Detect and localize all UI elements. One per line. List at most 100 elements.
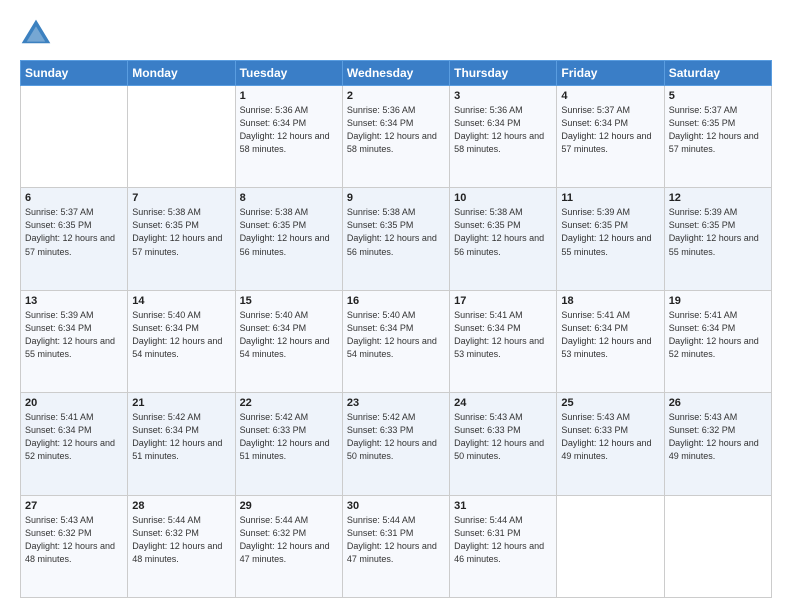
day-detail: Sunrise: 5:38 AMSunset: 6:35 PMDaylight:… <box>132 206 230 258</box>
day-number: 13 <box>25 295 123 307</box>
day-number: 27 <box>25 500 123 512</box>
day-cell: 29 Sunrise: 5:44 AMSunset: 6:32 PMDayligh… <box>235 495 342 597</box>
day-cell <box>128 86 235 188</box>
weekday-header-wednesday: Wednesday <box>342 61 449 86</box>
logo-icon <box>20 18 52 50</box>
day-number: 23 <box>347 397 445 409</box>
weekday-header-saturday: Saturday <box>664 61 771 86</box>
day-cell: 2 Sunrise: 5:36 AMSunset: 6:34 PMDaylight… <box>342 86 449 188</box>
day-detail: Sunrise: 5:40 AMSunset: 6:34 PMDaylight:… <box>240 309 338 361</box>
day-cell: 9 Sunrise: 5:38 AMSunset: 6:35 PMDaylight… <box>342 188 449 290</box>
day-detail: Sunrise: 5:39 AMSunset: 6:34 PMDaylight:… <box>25 309 123 361</box>
day-detail: Sunrise: 5:37 AMSunset: 6:35 PMDaylight:… <box>669 104 767 156</box>
day-detail: Sunrise: 5:41 AMSunset: 6:34 PMDaylight:… <box>25 411 123 463</box>
day-cell: 13 Sunrise: 5:39 AMSunset: 6:34 PMDayligh… <box>21 290 128 392</box>
day-cell: 14 Sunrise: 5:40 AMSunset: 6:34 PMDayligh… <box>128 290 235 392</box>
day-cell: 8Sunrise: 5:38 AMSunset: 6:35 PMDaylight… <box>235 188 342 290</box>
day-number: 3 <box>454 90 552 102</box>
day-detail: Sunrise: 5:44 AMSunset: 6:32 PMDaylight:… <box>240 514 338 566</box>
logo <box>20 18 56 50</box>
day-detail: Sunrise: 5:41 AMSunset: 6:34 PMDaylight:… <box>561 309 659 361</box>
day-cell: 28 Sunrise: 5:44 AMSunset: 6:32 PMDayligh… <box>128 495 235 597</box>
day-number: 24 <box>454 397 552 409</box>
day-cell: 19Sunrise: 5:41 AMSunset: 6:34 PMDayligh… <box>664 290 771 392</box>
day-number: 31 <box>454 500 552 512</box>
day-detail: Sunrise: 5:44 AMSunset: 6:32 PMDaylight:… <box>132 514 230 566</box>
day-cell: 17 Sunrise: 5:41 AMSunset: 6:34 PMDayligh… <box>450 290 557 392</box>
day-detail: Sunrise: 5:41 AMSunset: 6:34 PMDaylight:… <box>454 309 552 361</box>
day-detail: Sunrise: 5:40 AMSunset: 6:34 PMDaylight:… <box>347 309 445 361</box>
day-detail: Sunrise: 5:36 AMSunset: 6:34 PMDaylight:… <box>454 104 552 156</box>
day-detail: Sunrise: 5:38 AMSunset: 6:35 PMDaylight:… <box>347 206 445 258</box>
day-cell: 12 Sunrise: 5:39 AMSunset: 6:35 PMDayligh… <box>664 188 771 290</box>
day-number: 18 <box>561 295 659 307</box>
day-number: 20 <box>25 397 123 409</box>
day-cell: 20 Sunrise: 5:41 AMSunset: 6:34 PMDayligh… <box>21 393 128 495</box>
day-detail: Sunrise: 5:43 AMSunset: 6:33 PMDaylight:… <box>454 411 552 463</box>
header <box>20 18 772 50</box>
day-number: 5 <box>669 90 767 102</box>
day-detail: Sunrise: 5:38 AMSunset: 6:35 PMDaylight:… <box>454 206 552 258</box>
weekday-header-friday: Friday <box>557 61 664 86</box>
day-cell: 6Sunrise: 5:37 AMSunset: 6:35 PMDaylight… <box>21 188 128 290</box>
day-cell: 15 Sunrise: 5:40 AMSunset: 6:34 PMDayligh… <box>235 290 342 392</box>
day-detail: Sunrise: 5:36 AMSunset: 6:34 PMDaylight:… <box>347 104 445 156</box>
day-cell: 3 Sunrise: 5:36 AMSunset: 6:34 PMDaylight… <box>450 86 557 188</box>
day-cell <box>21 86 128 188</box>
day-number: 28 <box>132 500 230 512</box>
day-cell: 7 Sunrise: 5:38 AMSunset: 6:35 PMDaylight… <box>128 188 235 290</box>
day-cell: 27 Sunrise: 5:43 AMSunset: 6:32 PMDayligh… <box>21 495 128 597</box>
week-row-4: 20 Sunrise: 5:41 AMSunset: 6:34 PMDayligh… <box>21 393 772 495</box>
day-detail: Sunrise: 5:42 AMSunset: 6:33 PMDaylight:… <box>240 411 338 463</box>
day-detail: Sunrise: 5:37 AMSunset: 6:35 PMDaylight:… <box>25 206 123 258</box>
day-detail: Sunrise: 5:39 AMSunset: 6:35 PMDaylight:… <box>669 206 767 258</box>
day-number: 30 <box>347 500 445 512</box>
day-cell: 4 Sunrise: 5:37 AMSunset: 6:34 PMDaylight… <box>557 86 664 188</box>
day-number: 29 <box>240 500 338 512</box>
day-cell: 11Sunrise: 5:39 AMSunset: 6:35 PMDayligh… <box>557 188 664 290</box>
day-number: 25 <box>561 397 659 409</box>
weekday-header-sunday: Sunday <box>21 61 128 86</box>
week-row-2: 6Sunrise: 5:37 AMSunset: 6:35 PMDaylight… <box>21 188 772 290</box>
day-detail: Sunrise: 5:43 AMSunset: 6:33 PMDaylight:… <box>561 411 659 463</box>
week-row-3: 13 Sunrise: 5:39 AMSunset: 6:34 PMDayligh… <box>21 290 772 392</box>
weekday-header-thursday: Thursday <box>450 61 557 86</box>
day-number: 11 <box>561 192 659 204</box>
page: SundayMondayTuesdayWednesdayThursdayFrid… <box>0 0 792 612</box>
day-number: 12 <box>669 192 767 204</box>
day-number: 16 <box>347 295 445 307</box>
day-number: 10 <box>454 192 552 204</box>
day-cell: 21 Sunrise: 5:42 AMSunset: 6:34 PMDayligh… <box>128 393 235 495</box>
day-cell <box>664 495 771 597</box>
day-cell: 10 Sunrise: 5:38 AMSunset: 6:35 PMDayligh… <box>450 188 557 290</box>
day-detail: Sunrise: 5:42 AMSunset: 6:34 PMDaylight:… <box>132 411 230 463</box>
day-detail: Sunrise: 5:37 AMSunset: 6:34 PMDaylight:… <box>561 104 659 156</box>
day-cell: 24 Sunrise: 5:43 AMSunset: 6:33 PMDayligh… <box>450 393 557 495</box>
day-detail: Sunrise: 5:38 AMSunset: 6:35 PMDaylight:… <box>240 206 338 258</box>
day-detail: Sunrise: 5:44 AMSunset: 6:31 PMDaylight:… <box>454 514 552 566</box>
day-number: 7 <box>132 192 230 204</box>
day-cell: 18 Sunrise: 5:41 AMSunset: 6:34 PMDayligh… <box>557 290 664 392</box>
day-number: 15 <box>240 295 338 307</box>
day-number: 22 <box>240 397 338 409</box>
day-detail: Sunrise: 5:40 AMSunset: 6:34 PMDaylight:… <box>132 309 230 361</box>
week-row-1: 1 Sunrise: 5:36 AMSunset: 6:34 PMDaylight… <box>21 86 772 188</box>
day-number: 2 <box>347 90 445 102</box>
day-cell <box>557 495 664 597</box>
day-number: 21 <box>132 397 230 409</box>
day-number: 4 <box>561 90 659 102</box>
day-number: 1 <box>240 90 338 102</box>
day-cell: 26Sunrise: 5:43 AMSunset: 6:32 PMDayligh… <box>664 393 771 495</box>
weekday-header-tuesday: Tuesday <box>235 61 342 86</box>
day-number: 14 <box>132 295 230 307</box>
day-detail: Sunrise: 5:43 AMSunset: 6:32 PMDaylight:… <box>25 514 123 566</box>
day-number: 26 <box>669 397 767 409</box>
day-cell: 30 Sunrise: 5:44 AMSunset: 6:31 PMDayligh… <box>342 495 449 597</box>
day-detail: Sunrise: 5:44 AMSunset: 6:31 PMDaylight:… <box>347 514 445 566</box>
day-number: 9 <box>347 192 445 204</box>
calendar-table: SundayMondayTuesdayWednesdayThursdayFrid… <box>20 60 772 598</box>
day-cell: 1Sunrise: 5:36 AMSunset: 6:34 PMDaylight… <box>235 86 342 188</box>
day-number: 17 <box>454 295 552 307</box>
weekday-header-monday: Monday <box>128 61 235 86</box>
weekday-header-row: SundayMondayTuesdayWednesdayThursdayFrid… <box>21 61 772 86</box>
